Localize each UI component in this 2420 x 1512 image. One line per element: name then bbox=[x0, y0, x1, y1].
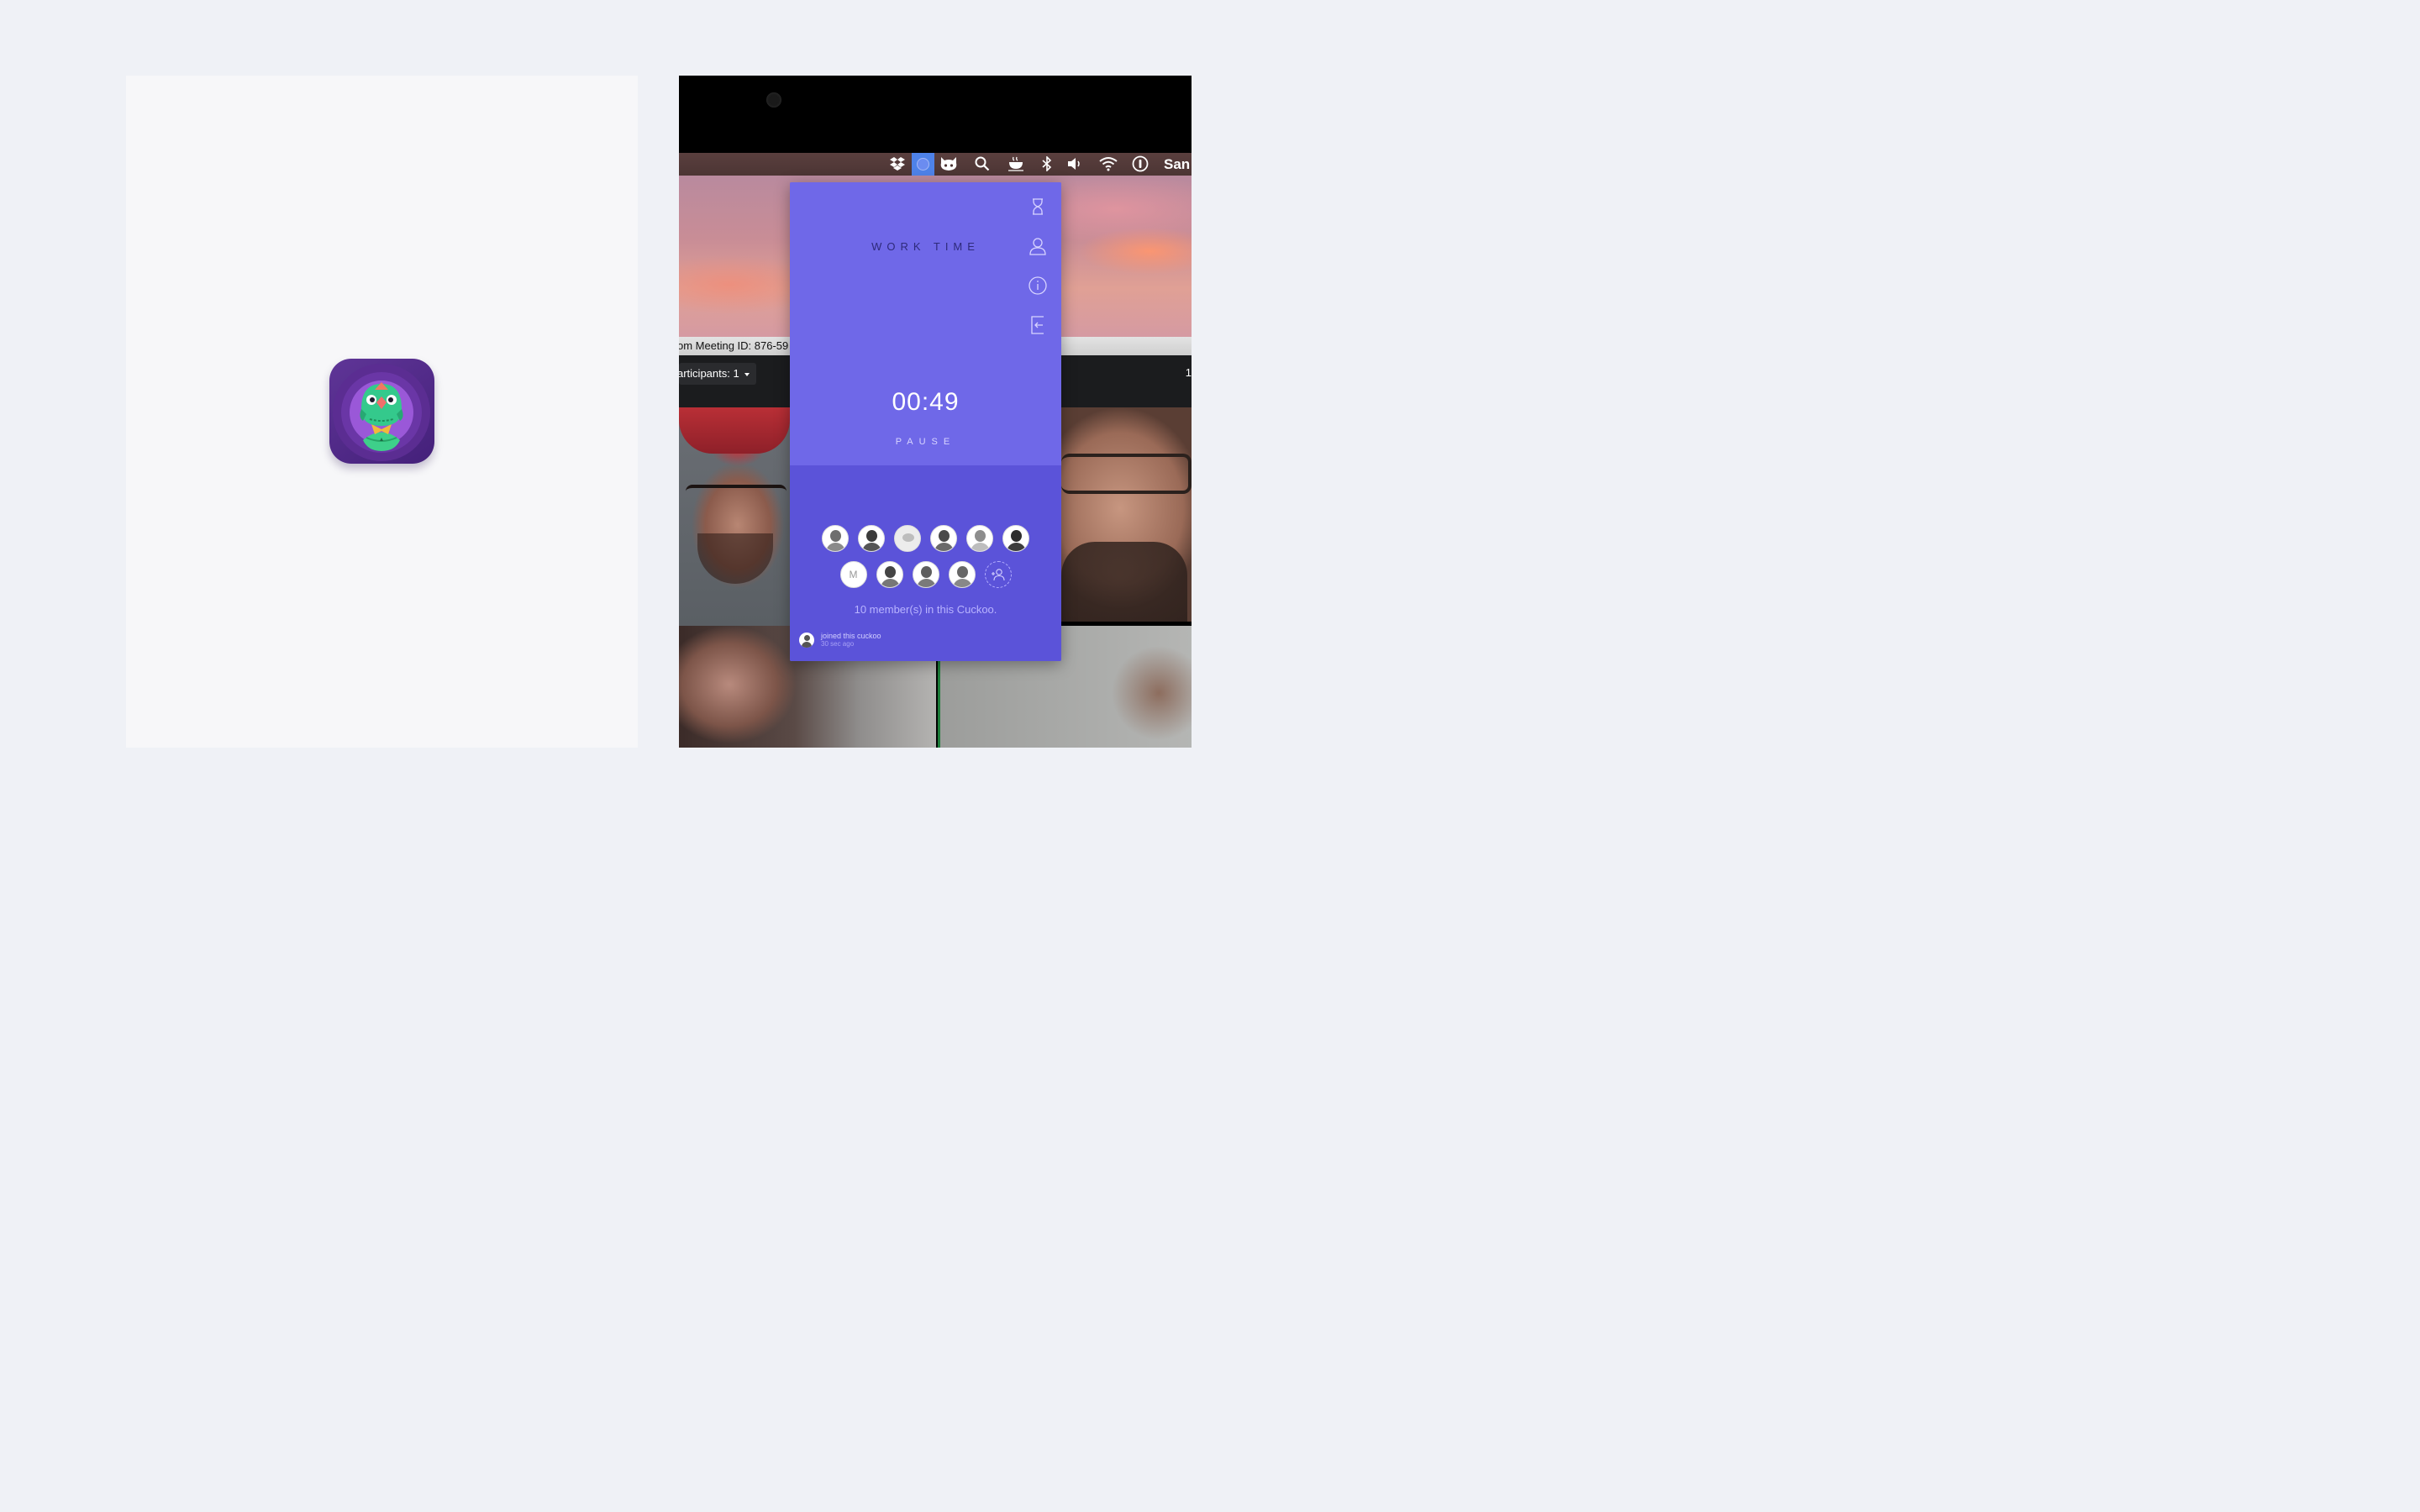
avatar[interactable] bbox=[858, 525, 885, 552]
pause-button[interactable]: PAUSE bbox=[790, 437, 1061, 447]
avatar[interactable] bbox=[894, 525, 921, 552]
user-icon[interactable] bbox=[1025, 234, 1050, 259]
chevron-down-icon bbox=[744, 372, 750, 376]
avatar[interactable] bbox=[1002, 525, 1029, 552]
avatar bbox=[799, 633, 814, 648]
video-glasses bbox=[686, 485, 786, 512]
participants-label: articipants: 1 bbox=[679, 367, 739, 380]
coffee-icon[interactable] bbox=[1006, 155, 1026, 172]
participants-dropdown[interactable]: articipants: 1 bbox=[679, 363, 756, 385]
laptop-bezel bbox=[679, 76, 1192, 153]
search-icon[interactable] bbox=[973, 155, 992, 172]
avatar[interactable] bbox=[822, 525, 849, 552]
add-member-button[interactable] bbox=[984, 561, 1012, 588]
video-beard bbox=[1061, 542, 1187, 622]
video-beard bbox=[697, 533, 773, 584]
github-icon[interactable] bbox=[938, 155, 960, 172]
video-tile-1 bbox=[679, 407, 790, 626]
info-icon[interactable] bbox=[1025, 273, 1050, 298]
activity-text: joined this cuckoo bbox=[821, 632, 881, 640]
bluetooth-icon[interactable] bbox=[1039, 155, 1055, 172]
activity-item: joined this cuckoo 30 sec ago bbox=[799, 632, 881, 648]
avatar[interactable] bbox=[912, 561, 939, 588]
dropbox-icon[interactable] bbox=[887, 155, 908, 172]
timer-section: WORK TIME 00:49 PAUSE bbox=[790, 182, 1061, 465]
menubar-clock[interactable]: San bbox=[1164, 156, 1190, 173]
cuckoo-icon[interactable] bbox=[912, 153, 934, 176]
video-glasses bbox=[1061, 454, 1192, 494]
activity-time: 30 sec ago bbox=[821, 640, 855, 648]
exit-icon[interactable] bbox=[1025, 312, 1050, 338]
member-avatars: M bbox=[790, 525, 1061, 597]
mode-title: WORK TIME bbox=[871, 240, 980, 253]
zoom-meeting-id: om Meeting ID: 876-59 bbox=[679, 339, 789, 352]
add-user-icon bbox=[991, 569, 1005, 581]
avatar[interactable]: M bbox=[839, 561, 867, 588]
wifi-icon[interactable] bbox=[1097, 155, 1119, 172]
video-hat bbox=[679, 407, 790, 454]
volume-icon[interactable] bbox=[1065, 155, 1084, 172]
camera-lens bbox=[766, 92, 781, 108]
avatar[interactable] bbox=[876, 561, 903, 588]
cuckoo-bird-icon bbox=[333, 364, 430, 461]
cuckoo-app-icon[interactable] bbox=[329, 359, 434, 464]
zoom-count: 1 bbox=[1185, 366, 1192, 379]
countdown-timer: 00:49 bbox=[892, 388, 960, 416]
info-icon[interactable] bbox=[1131, 155, 1150, 172]
members-count: 10 member(s) in this Cuckoo. bbox=[854, 603, 997, 616]
left-panel bbox=[126, 76, 638, 748]
avatar[interactable] bbox=[966, 525, 993, 552]
side-icon-bar bbox=[1025, 194, 1050, 352]
hourglass-icon[interactable] bbox=[1025, 194, 1050, 219]
cuckoo-popup: WORK TIME 00:49 PAUSE M 10 member(s) in … bbox=[790, 182, 1061, 661]
avatar[interactable] bbox=[948, 561, 976, 588]
avatar[interactable] bbox=[930, 525, 957, 552]
video-tile-2 bbox=[1061, 407, 1192, 622]
menu-bar: San bbox=[679, 153, 1192, 176]
